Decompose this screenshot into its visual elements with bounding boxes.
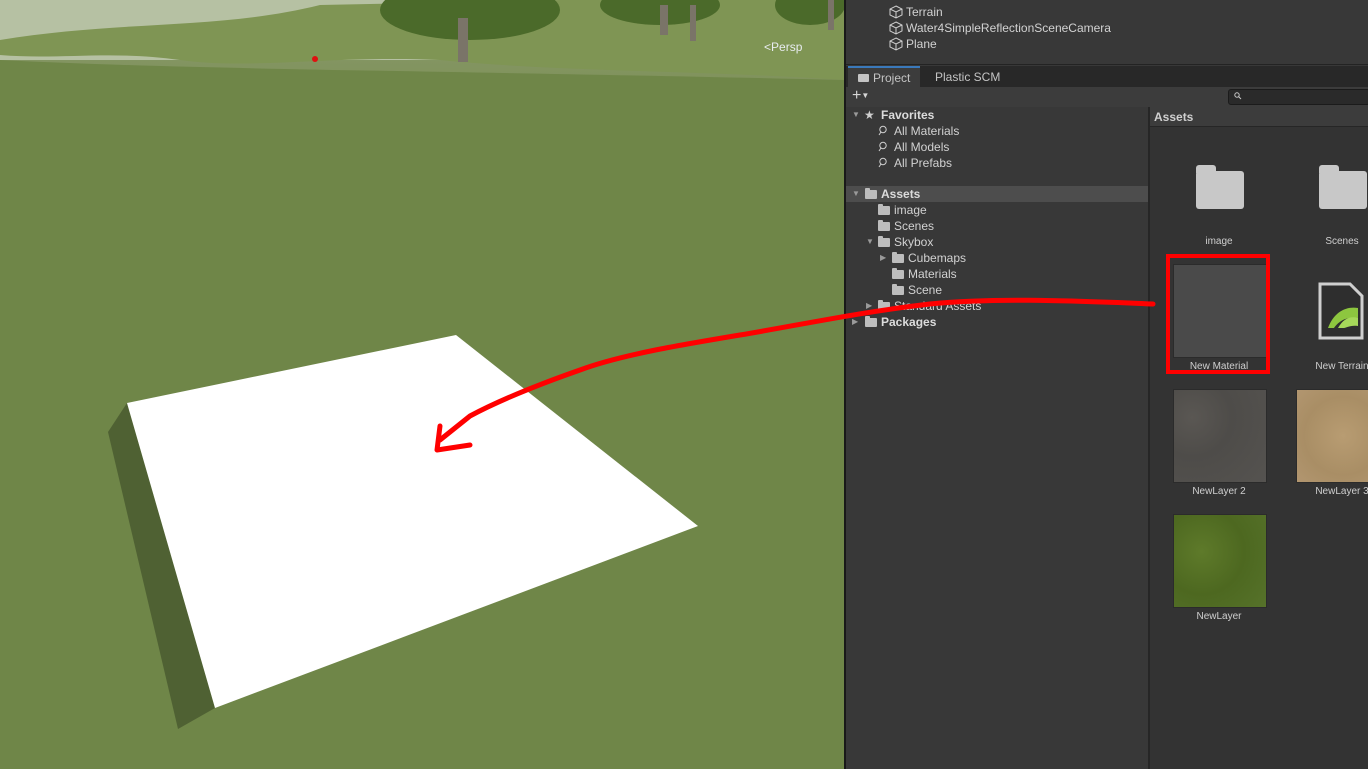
tree-label: Standard Assets — [894, 299, 982, 313]
hierarchy-panel: Terrain Water4SimpleReflectionSceneCamer… — [846, 0, 1368, 65]
asset-label: NewLayer 3 — [1315, 486, 1368, 497]
folder-icon — [892, 252, 904, 263]
terrain-file-icon — [1318, 282, 1364, 340]
tree-label: Assets — [881, 187, 921, 201]
folder-icon — [892, 284, 904, 295]
tree-packages[interactable]: ▶ Packages — [846, 314, 1148, 330]
folder-open-icon — [865, 188, 877, 199]
collapse-arrow-icon[interactable]: ▼ — [852, 107, 860, 123]
search-icon — [878, 157, 887, 168]
tree-label: All Materials — [894, 124, 960, 138]
tree-label: All Models — [894, 140, 950, 154]
dropdown-arrow-icon: ▼ — [861, 91, 870, 100]
folder-icon — [1196, 165, 1244, 209]
folder-icon — [1319, 165, 1367, 209]
tree-item-all-prefabs[interactable]: All Prefabs — [846, 155, 1148, 171]
expand-arrow-icon[interactable]: ▶ — [852, 314, 858, 330]
hierarchy-item-water-camera[interactable]: Water4SimpleReflectionSceneCamera — [889, 20, 1111, 36]
expand-arrow-icon[interactable]: ▶ — [866, 298, 872, 314]
hierarchy-item-label: Terrain — [906, 5, 943, 19]
tree-assets[interactable]: ▼ Assets — [846, 186, 1148, 202]
folder-icon — [892, 268, 904, 279]
add-label: + — [852, 87, 862, 104]
star-icon: ★ — [864, 108, 875, 122]
hierarchy-item-label: Plane — [906, 37, 937, 51]
search-icon — [878, 141, 887, 152]
tree-item-standard-assets[interactable]: ▶ Standard Assets — [846, 298, 1148, 314]
asset-label: Scenes — [1325, 236, 1359, 247]
terrain-layer-thumbnail — [1173, 514, 1267, 608]
tab-plastic-scm[interactable]: Plastic SCM — [925, 66, 1010, 87]
folder-icon — [878, 300, 890, 311]
tree-label: Materials — [908, 267, 957, 281]
scene-viewport[interactable] — [0, 0, 844, 769]
tree-label: Skybox — [894, 235, 934, 249]
search-input[interactable] — [1228, 89, 1368, 105]
folder-icon — [878, 220, 890, 231]
folder-icon — [878, 204, 890, 215]
asset-folder-image[interactable]: image — [1150, 147, 1260, 257]
assets-breadcrumb[interactable]: Assets — [1150, 107, 1368, 127]
add-asset-button[interactable]: +▼ — [852, 87, 878, 105]
asset-newlayer[interactable]: NewLayer — [1150, 514, 1267, 624]
hierarchy-item-terrain[interactable]: Terrain — [889, 4, 943, 20]
asset-label: image — [1205, 236, 1233, 247]
search-icon — [1234, 92, 1242, 100]
folder-open-icon — [878, 236, 890, 247]
asset-newlayer-2[interactable]: NewLayer 2 — [1150, 389, 1267, 499]
asset-label: New Terrain — [1315, 361, 1368, 372]
gameobject-icon — [889, 21, 903, 35]
terrain-layer-thumbnail — [1173, 389, 1267, 483]
assets-grid-panel: Assets image Scenes New Material New Ter… — [1150, 107, 1368, 769]
tree-favorites[interactable]: ▼ ★ Favorites — [846, 107, 1148, 123]
tree-item-cubemaps[interactable]: ▶ Cubemaps — [846, 250, 1148, 266]
gameobject-icon — [889, 37, 903, 51]
gameobject-icon — [889, 5, 903, 19]
folder-icon — [858, 74, 869, 82]
projection-label[interactable]: <Persp — [764, 40, 802, 54]
tab-label: Project — [873, 71, 911, 85]
hierarchy-item-plane[interactable]: Plane — [889, 36, 937, 52]
tab-project[interactable]: Project — [848, 66, 921, 87]
tree-item-image[interactable]: image — [846, 202, 1148, 218]
tree-item-skybox[interactable]: ▼ Skybox — [846, 234, 1148, 250]
tree-item-scene[interactable]: Scene — [846, 282, 1148, 298]
tree-label: Cubemaps — [908, 251, 967, 265]
asset-newlayer-3[interactable]: NewLayer 3 — [1273, 389, 1368, 499]
folder-icon — [865, 316, 877, 327]
red-point-marker — [312, 56, 318, 62]
tree-label: Scene — [908, 283, 943, 297]
editor-right-panels: Terrain Water4SimpleReflectionSceneCamer… — [846, 0, 1368, 769]
asset-label: NewLayer — [1196, 611, 1242, 622]
tab-label: Plastic SCM — [935, 70, 1001, 84]
collapse-arrow-icon[interactable]: ▼ — [852, 186, 860, 202]
tree-item-all-models[interactable]: All Models — [846, 139, 1148, 155]
project-toolbar: +▼ — [846, 87, 1368, 108]
tree-label: image — [894, 203, 927, 217]
tree-item-all-materials[interactable]: All Materials — [846, 123, 1148, 139]
project-tab-bar: Project Plastic SCM — [846, 66, 1368, 88]
tree-label: All Prefabs — [894, 156, 953, 170]
tree-label: Packages — [881, 315, 937, 329]
annotation-highlight-box — [1166, 254, 1270, 374]
scene-view[interactable]: <Persp — [0, 0, 844, 769]
tree-label: Scenes — [894, 219, 935, 233]
tree-item-materials[interactable]: Materials — [846, 266, 1148, 282]
project-folder-tree: ▼ ★ Favorites All Materials All Models A… — [846, 107, 1148, 769]
collapse-arrow-icon[interactable]: ▼ — [866, 234, 874, 250]
expand-arrow-icon[interactable]: ▶ — [880, 250, 886, 266]
asset-new-terrain[interactable]: New Terrain — [1273, 264, 1368, 374]
hierarchy-item-label: Water4SimpleReflectionSceneCamera — [906, 21, 1111, 35]
terrain-layer-thumbnail — [1296, 389, 1368, 483]
tree-item-scenes[interactable]: Scenes — [846, 218, 1148, 234]
asset-label: NewLayer 2 — [1192, 486, 1246, 497]
search-icon — [878, 125, 887, 136]
asset-folder-scenes[interactable]: Scenes — [1273, 147, 1368, 257]
tree-label: Favorites — [881, 108, 935, 122]
